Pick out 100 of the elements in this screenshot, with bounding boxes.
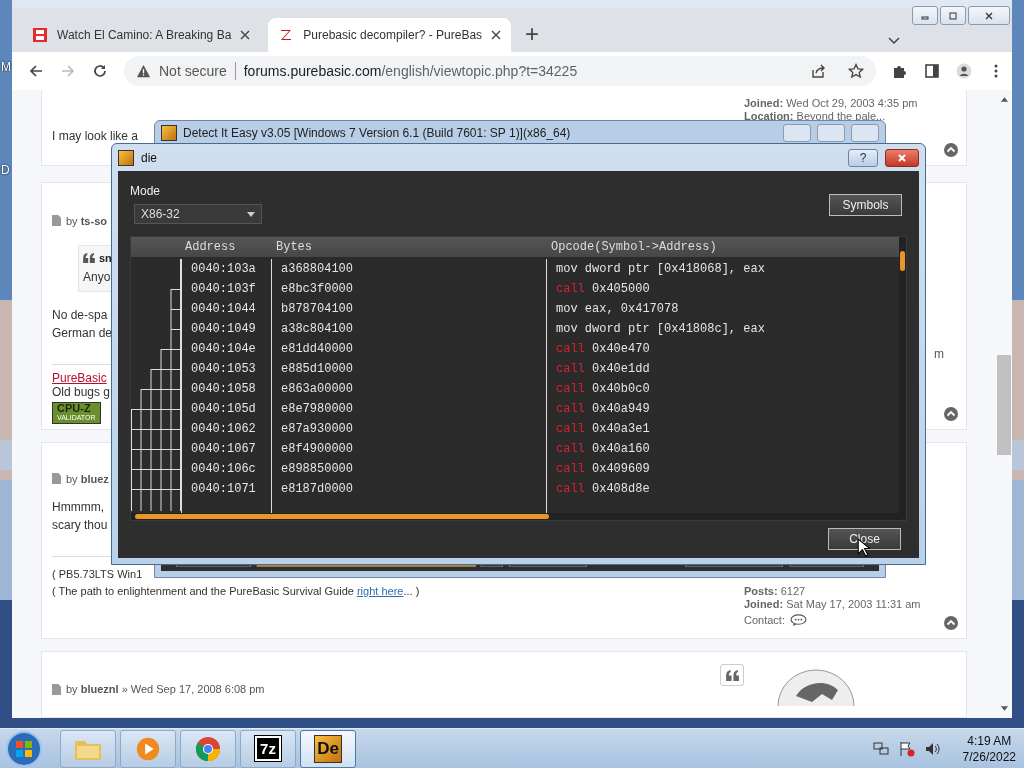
signature-link[interactable]: PureBasic bbox=[52, 370, 107, 385]
scrollbar[interactable] bbox=[131, 513, 899, 520]
chevron-down-icon[interactable] bbox=[888, 37, 900, 45]
author-info: Posts: 6127 bbox=[744, 584, 807, 598]
scroll-top-icon[interactable] bbox=[944, 616, 958, 631]
quote-button[interactable] bbox=[720, 664, 744, 687]
minimize-button[interactable] bbox=[912, 6, 938, 25]
clock-date[interactable]: 7/26/2022 bbox=[962, 748, 1016, 765]
quote-icon bbox=[83, 252, 95, 263]
opcode-cell-text: call 0x40a3e1 bbox=[555, 421, 651, 438]
author-info: Joined: Wed Oct 29, 2003 4:35 pm bbox=[744, 97, 919, 110]
back-icon[interactable] bbox=[28, 63, 44, 79]
puzzle-icon[interactable] bbox=[892, 63, 908, 79]
desktop-icon-label[interactable]: M bbox=[1, 60, 11, 74]
document-icon bbox=[52, 683, 61, 695]
browser-tab[interactable]: Purebasic decompiler? - PureBas bbox=[268, 18, 512, 52]
opcode-cell-text: mov dword ptr [0x41808c], eax bbox=[555, 321, 766, 338]
post-byline: by bluez bbox=[66, 472, 109, 485]
document-icon bbox=[52, 215, 61, 227]
warning-icon bbox=[136, 63, 151, 79]
post-text: Hmmmm, bbox=[52, 498, 104, 516]
address-cell-text: 0040:1062 bbox=[190, 421, 257, 438]
reload-icon[interactable] bbox=[92, 63, 108, 79]
bytes-cell-text: e87a930000 bbox=[280, 421, 354, 438]
bytes-cell-text: a368804100 bbox=[280, 261, 354, 278]
signature-link[interactable]: right here bbox=[356, 584, 404, 597]
address-cell-text: 0040:1053 bbox=[190, 361, 257, 378]
taskbar-button[interactable]: De bbox=[300, 729, 356, 768]
column-header[interactable]: Opcode(Symbol->Address) bbox=[547, 240, 899, 254]
address-bar[interactable]: Not secure forums.purebasic.com/english/viewtopic.php?t=34225 bbox=[124, 56, 876, 86]
address-cell-text: 0040:104e bbox=[190, 341, 257, 358]
opcode-cell-text: call 0x40a160 bbox=[555, 441, 651, 458]
star-icon[interactable] bbox=[848, 63, 864, 79]
close-icon[interactable] bbox=[491, 30, 502, 40]
app-label: 7z bbox=[255, 736, 281, 761]
app-logo-icon bbox=[118, 149, 134, 166]
sidebar-icon[interactable] bbox=[924, 63, 940, 79]
share-icon[interactable] bbox=[810, 63, 826, 79]
window-title: die bbox=[141, 150, 157, 165]
symbols-button[interactable]: Symbols bbox=[829, 194, 902, 216]
app-logo-icon bbox=[161, 125, 177, 141]
browser-icon bbox=[194, 735, 222, 762]
address-cell-text: 0040:1071 bbox=[190, 481, 257, 498]
bytes-cell-text: e8e7980000 bbox=[280, 401, 354, 418]
author-info: Joined: Sat May 17, 2003 11:31 am bbox=[744, 597, 922, 611]
scrollbar[interactable] bbox=[899, 237, 906, 520]
opcode-cell-text: call 0x409609 bbox=[555, 461, 651, 478]
quote-icon bbox=[725, 669, 739, 681]
url-text[interactable]: forums.purebasic.com/english/viewtopic.php?t=34225 bbox=[243, 63, 578, 79]
scroll-up-icon[interactable] bbox=[999, 96, 1009, 102]
column-header[interactable]: Bytes bbox=[272, 240, 547, 254]
maximize-button[interactable] bbox=[940, 6, 966, 25]
contact-label: Contact: bbox=[744, 613, 785, 627]
post-text: No de-spa bbox=[52, 306, 108, 324]
bytes-cell-text: a38c804100 bbox=[280, 321, 354, 338]
film-icon bbox=[32, 27, 48, 43]
scroll-thumb[interactable] bbox=[997, 355, 1011, 455]
close-icon[interactable] bbox=[240, 30, 251, 40]
profile-icon[interactable] bbox=[956, 63, 972, 79]
document-icon bbox=[52, 473, 61, 485]
opcode-cell-text: mov eax, 0x417078 bbox=[555, 301, 680, 318]
scroll-down-icon[interactable] bbox=[999, 706, 1009, 712]
opcode-cell-text: call 0x40e470 bbox=[555, 341, 651, 358]
signature-text: Old bugs g bbox=[52, 384, 111, 400]
browser-tab[interactable]: Watch El Camino: A Breaking Ba bbox=[22, 18, 261, 52]
chat-icon[interactable] bbox=[789, 613, 807, 627]
security-label[interactable]: Not secure bbox=[159, 63, 227, 79]
clock-time[interactable]: 4:19 AM bbox=[967, 732, 1012, 749]
desktop-icon-label[interactable]: D bbox=[1, 163, 10, 177]
opcode-cell-text: mov dword ptr [0x418068], eax bbox=[555, 261, 766, 278]
post-byline: by ts-so bbox=[66, 214, 107, 227]
help-button[interactable]: ? bbox=[848, 148, 878, 167]
bytes-cell-text: e81dd40000 bbox=[280, 341, 354, 358]
scroll-top-icon[interactable] bbox=[944, 406, 958, 421]
scroll-top-icon[interactable] bbox=[944, 142, 958, 157]
new-tab-button[interactable]: + bbox=[525, 22, 540, 46]
bytes-cell-text: e8bc3f0000 bbox=[280, 281, 354, 298]
bytes-cell-text: e898850000 bbox=[280, 461, 354, 478]
address-cell-text: 0040:106c bbox=[190, 461, 257, 478]
address-cell-text: 0040:1058 bbox=[190, 381, 257, 398]
taskbar-button[interactable]: 7z bbox=[240, 729, 296, 768]
app-label: De bbox=[314, 734, 342, 763]
opcode-cell-text: call 0x40e1dd bbox=[555, 361, 651, 378]
bytes-cell-text: e8f4900000 bbox=[280, 441, 354, 458]
quote-text: Anyo bbox=[83, 269, 112, 285]
close-button[interactable] bbox=[885, 148, 919, 167]
bytes-cell-text: e8187d0000 bbox=[280, 481, 354, 498]
column-header[interactable]: Address bbox=[181, 240, 272, 254]
network-icon[interactable] bbox=[872, 740, 889, 757]
address-cell-text: 0040:1067 bbox=[190, 441, 257, 458]
address-cell-text: 0040:105d bbox=[190, 401, 257, 418]
close-icon bbox=[897, 152, 907, 163]
close-button[interactable]: Close bbox=[828, 528, 901, 550]
flag-icon[interactable] bbox=[898, 740, 915, 757]
taskbar-button[interactable] bbox=[180, 729, 236, 768]
post-text: m bbox=[934, 346, 944, 361]
start-button[interactable] bbox=[6, 730, 42, 767]
address-cell-text: 0040:1049 bbox=[190, 321, 257, 338]
mode-dropdown[interactable]: X86-32 bbox=[134, 204, 262, 224]
caret-icon bbox=[247, 211, 255, 217]
